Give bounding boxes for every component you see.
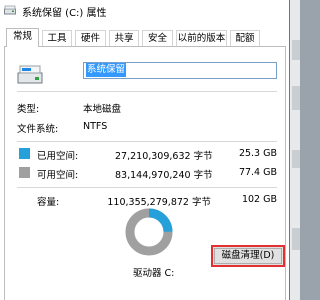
background-block	[292, 40, 300, 60]
tab-hardware[interactable]: 硬件	[75, 30, 106, 46]
drive-icon	[17, 65, 43, 84]
tab-tools[interactable]: 工具	[42, 30, 72, 46]
free-space-bytes: 83,144,970,240 字节	[115, 170, 213, 181]
tab-quota[interactable]: 配额	[230, 30, 260, 46]
capacity-label: 容量:	[37, 197, 60, 208]
free-space-size: 77.4 GB	[238, 167, 277, 178]
disk-cleanup-button[interactable]: 磁盘清理(D)	[211, 245, 285, 267]
tab-general[interactable]: 常规	[6, 28, 39, 47]
used-space-swatch	[19, 148, 30, 159]
file-system-value: NTFS	[83, 121, 108, 132]
tab-strip: 常规 工具 硬件 共享 安全 以前的版本 配额	[0, 28, 289, 47]
window-title: 系统保留 (C:) 属性	[22, 8, 107, 19]
tab-security[interactable]: 安全	[142, 30, 173, 46]
used-space-label: 已用空间:	[37, 151, 79, 162]
background-window-strip	[290, 0, 300, 300]
drive-name-field[interactable]: 系统保留	[83, 62, 277, 79]
background-block	[292, 86, 300, 110]
disk-cleanup-label: 磁盘清理(D)	[214, 248, 282, 264]
used-space-bytes: 27,210,309,632 字节	[115, 151, 213, 162]
divider	[17, 187, 277, 188]
divider	[17, 91, 277, 92]
file-system-label: 文件系统:	[17, 124, 59, 135]
drive-letter-label: 驱动器 C:	[133, 268, 175, 279]
drive-icon	[4, 5, 16, 15]
type-value: 本地磁盘	[83, 104, 122, 115]
free-space-swatch	[19, 167, 30, 178]
capacity-size: 102 GB	[241, 194, 277, 205]
tab-previous-versions[interactable]: 以前的版本	[176, 30, 227, 46]
disk-usage-donut-chart	[125, 208, 173, 256]
used-space-size: 25.3 GB	[238, 148, 277, 159]
background-block	[292, 228, 300, 250]
tab-sharing[interactable]: 共享	[109, 30, 139, 46]
title-bar[interactable]: 系统保留 (C:) 属性	[0, 0, 289, 22]
general-panel: 系统保留 类型: 本地磁盘 文件系统: NTFS 已用空间: 27,210,30…	[4, 46, 286, 300]
capacity-bytes: 110,355,279,872 字节	[107, 197, 211, 208]
free-space-label: 可用空间:	[37, 170, 79, 181]
background-block	[292, 150, 300, 168]
type-label: 类型:	[17, 104, 40, 115]
drive-name-value: 系统保留	[86, 63, 127, 77]
divider	[17, 141, 277, 142]
properties-dialog: 系统保留 (C:) 属性 常规 工具 硬件 共享 安全 以前的版本 配额 系统保…	[0, 0, 290, 300]
